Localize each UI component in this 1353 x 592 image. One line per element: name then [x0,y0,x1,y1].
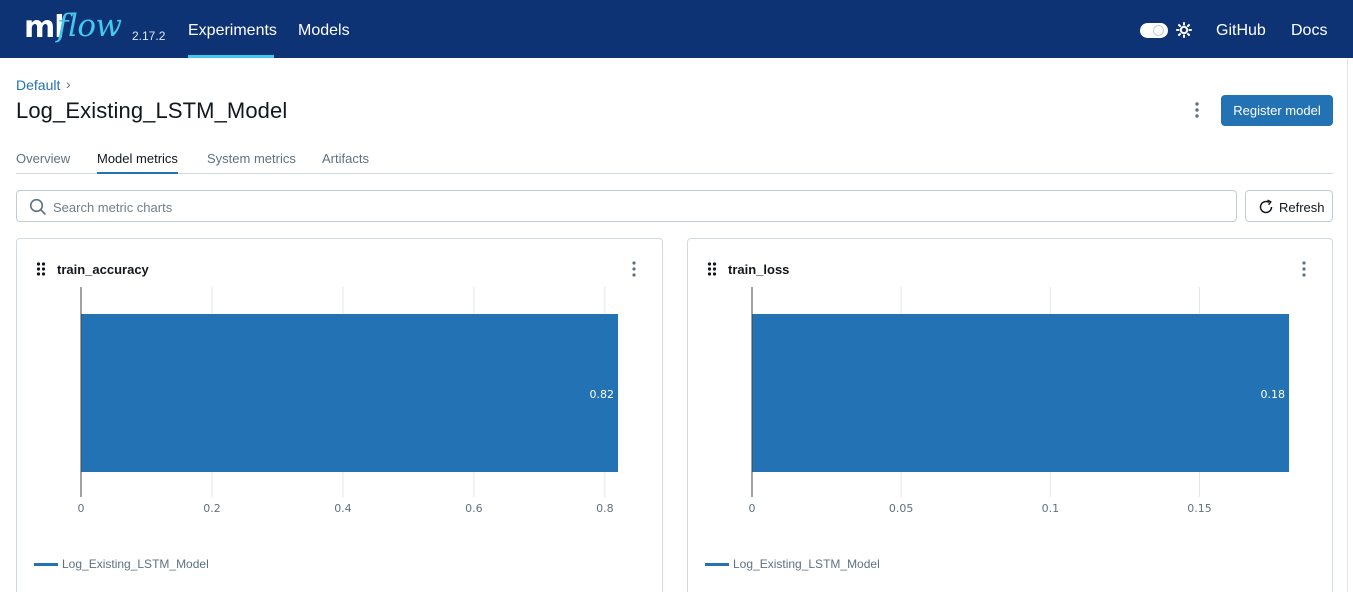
legend-swatch [705,563,729,566]
top-nav-bar: ml flow 2.17.2 Experiments Models GitHub… [0,0,1353,58]
page-scrollbar[interactable] [1347,58,1353,592]
x-tick-label: 0.1 [1042,502,1060,515]
version-label: 2.17.2 [132,29,166,43]
toggle-knob [1153,25,1164,36]
docs-link[interactable]: Docs [1291,22,1327,40]
page-title: Log_Existing_LSTM_Model [16,98,288,123]
x-tick-label: 0 [749,502,756,515]
nav-models[interactable]: Models [298,0,350,58]
nav-experiments[interactable]: Experiments [188,0,277,58]
logo-flow-text: flow [57,8,122,44]
dark-mode-toggle[interactable] [1140,23,1168,38]
github-link[interactable]: GitHub [1216,22,1266,40]
legend-label[interactable]: Log_Existing_LSTM_Model [733,557,880,571]
scrollbar-thumb[interactable] [1347,58,1353,592]
data-label: 0.82 [590,388,615,401]
refresh-label: Refresh [1279,200,1325,215]
data-label: 0.18 [1261,388,1286,401]
legend-swatch [34,563,58,566]
bar-Log_Existing_LSTM_Model [81,314,618,472]
x-tick-label: 0.05 [889,502,914,515]
x-tick-label: 0.8 [596,502,614,515]
x-tick-label: 0 [78,502,85,515]
register-model-button[interactable]: Register model [1221,95,1333,126]
tab-system-metrics[interactable]: System metrics [207,151,296,174]
metric-search-box [16,190,1237,222]
tab-artifacts[interactable]: Artifacts [322,151,369,174]
tab-overview[interactable]: Overview [16,151,70,174]
legend-label[interactable]: Log_Existing_LSTM_Model [62,557,209,571]
chart-card-train-accuracy: train_accuracy 0.82 0 0.2 0.4 0.6 0.8 Log_Exi… [16,238,663,592]
refresh-icon [1259,199,1273,214]
tab-model-metrics[interactable]: Model metrics [97,151,178,174]
x-tick-label: 0.2 [203,502,221,515]
chart-card-train-loss: train_loss 0.18 0 0.05 0.1 0.15 Log_Existing… [687,238,1333,592]
x-tick-label: 0.6 [465,502,483,515]
search-input[interactable] [53,197,1213,217]
x-tick-label: 0.4 [334,502,352,515]
sun-icon [1176,22,1192,38]
x-tick-label: 0.15 [1187,502,1212,515]
bar-Log_Existing_LSTM_Model [752,314,1289,472]
breadcrumb-separator: › [66,76,71,92]
run-tabs: Overview Model metrics System metrics Ar… [16,151,1333,174]
refresh-button[interactable]: Refresh [1245,190,1333,222]
search-icon [29,198,46,215]
bar-chart-train-loss: 0.18 0 0.05 0.1 0.15 [749,287,1289,515]
more-options-icon[interactable] [1190,100,1204,120]
bar-chart-train-accuracy: 0.82 0 0.2 0.4 0.6 0.8 [78,287,618,515]
breadcrumb-default[interactable]: Default [16,77,60,93]
